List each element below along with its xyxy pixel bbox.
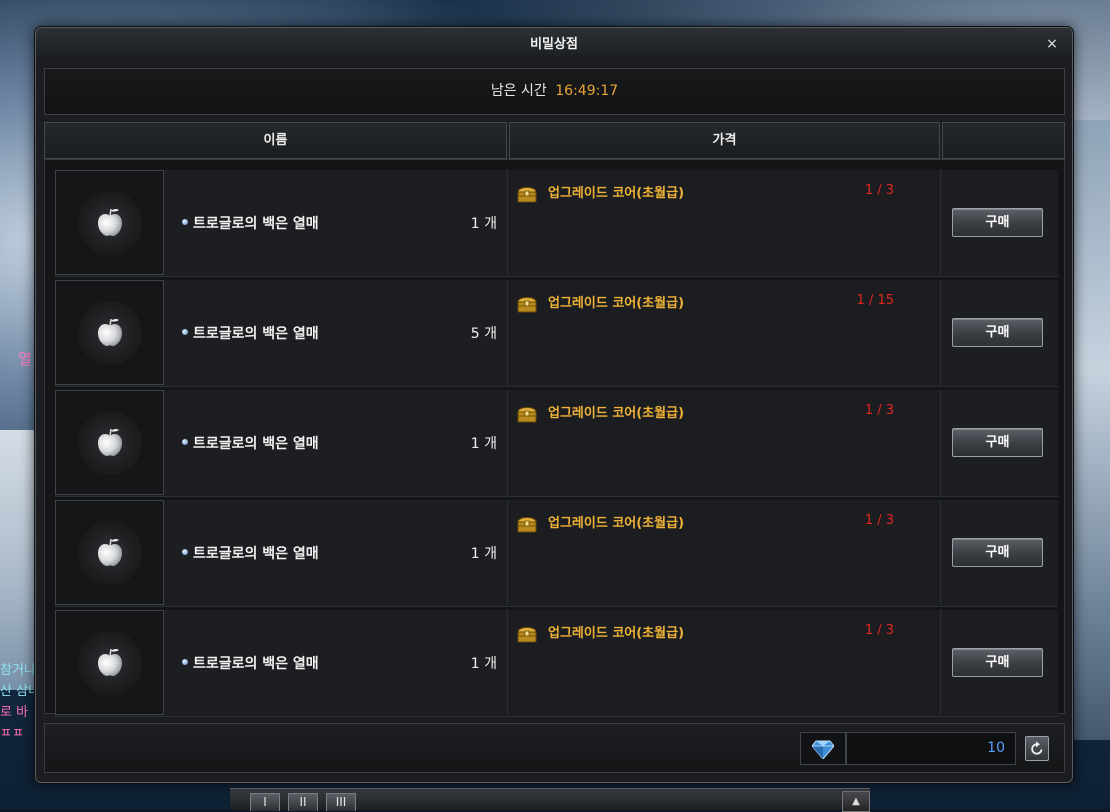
silver-apple-icon: [97, 648, 122, 676]
item-price-cell: 업그레이드 코어(초월급) 1 / 15: [508, 280, 941, 385]
item-price-cell: 업그레이드 코어(초월급) 1 / 3: [508, 390, 941, 495]
currency-name: 업그레이드 코어(초월급): [548, 296, 685, 311]
silver-apple-icon: [97, 538, 122, 566]
item-name-cell: 트로글로의 백은 열매 1 개: [168, 170, 508, 275]
item-icon-slot[interactable]: [55, 170, 164, 275]
background-snow-right: [1070, 120, 1110, 740]
bullet-icon: [182, 659, 188, 665]
bullet-icon: [182, 219, 188, 225]
hotbar-tab-1[interactable]: I: [250, 793, 280, 811]
item-quantity: 1 개: [470, 546, 497, 562]
silver-apple-icon: [97, 428, 122, 456]
chat-line: 참거나: [0, 663, 36, 678]
background-snow-left: [0, 430, 40, 690]
column-header-action: [942, 122, 1065, 159]
item-rows: 트로글로의 백은 열매 1 개 업그레이드 코어(초월급) 1 / 3 구매 트…: [55, 170, 1058, 720]
shop-item-row: 트로글로의 백은 열매 5 개 업그레이드 코어(초월급) 1 / 15 구매: [55, 280, 1058, 387]
column-header-price: 가격: [509, 122, 940, 159]
buy-button[interactable]: 구매: [952, 648, 1043, 677]
purchase-limit: 1 / 3: [864, 513, 894, 528]
shop-item-row: 트로글로의 백은 열매 1 개 업그레이드 코어(초월급) 1 / 3 구매: [55, 500, 1058, 607]
secret-shop-window: 비밀상점 × 남은 시간 16:49:17 이름 가격 트로글로의 백은 열매 …: [35, 27, 1073, 783]
item-quantity: 5 개: [470, 326, 497, 342]
refresh-button[interactable]: [1025, 736, 1049, 761]
purchase-limit: 1 / 15: [856, 293, 894, 308]
item-quantity: 1 개: [470, 656, 497, 672]
bullet-icon: [182, 439, 188, 445]
refresh-icon: [1031, 741, 1043, 755]
treasure-chest-icon: [517, 187, 537, 203]
buy-button[interactable]: 구매: [952, 428, 1043, 457]
purchase-limit: 1 / 3: [864, 183, 894, 198]
currency-name: 업그레이드 코어(초월급): [548, 406, 685, 421]
item-price-cell: 업그레이드 코어(초월급) 1 / 3: [508, 170, 941, 275]
buy-button[interactable]: 구매: [952, 208, 1043, 237]
item-price-cell: 업그레이드 코어(초월급) 1 / 3: [508, 500, 941, 605]
item-name: 트로글로의 백은 열매: [193, 326, 319, 342]
close-button[interactable]: ×: [1044, 36, 1060, 52]
shop-item-row: 트로글로의 백은 열매 1 개 업그레이드 코어(초월급) 1 / 3 구매: [55, 610, 1058, 717]
purchase-limit: 1 / 3: [864, 403, 894, 418]
item-name: 트로글로의 백은 열매: [193, 216, 319, 232]
column-header-name: 이름: [44, 122, 507, 159]
item-action-cell: 구매: [941, 500, 1058, 605]
item-name: 트로글로의 백은 열매: [193, 436, 319, 452]
item-price-cell: 업그레이드 코어(초월급) 1 / 3: [508, 610, 941, 715]
item-icon-slot[interactable]: [55, 390, 164, 495]
purchase-limit: 1 / 3: [864, 623, 894, 638]
buy-button[interactable]: 구매: [952, 318, 1043, 347]
item-name-cell: 트로글로의 백은 열매 1 개: [168, 500, 508, 605]
silver-apple-icon: [97, 318, 122, 346]
item-action-cell: 구매: [941, 170, 1058, 275]
item-icon-slot[interactable]: [55, 500, 164, 605]
treasure-chest-icon: [517, 407, 537, 423]
treasure-chest-icon: [517, 297, 537, 313]
remaining-time-value: 16:49:17: [555, 83, 619, 99]
hotbar: I II III ▲: [230, 788, 870, 812]
treasure-chest-icon: [517, 627, 537, 643]
item-name: 트로글로의 백은 열매: [193, 546, 319, 562]
item-icon-slot[interactable]: [55, 280, 164, 385]
hotbar-tab-3[interactable]: III: [326, 793, 356, 811]
item-name-cell: 트로글로의 백은 열매 1 개: [168, 390, 508, 495]
item-quantity: 1 개: [470, 216, 497, 232]
silver-apple-icon: [97, 208, 122, 236]
remaining-time-label: 남은 시간: [490, 83, 547, 99]
item-action-cell: 구매: [941, 610, 1058, 715]
bullet-icon: [182, 329, 188, 335]
background-chat: 참거나 산 삼니 로 바 ㅍㅍ: [0, 660, 40, 744]
shop-item-row: 트로글로의 백은 열매 1 개 업그레이드 코어(초월급) 1 / 3 구매: [55, 390, 1058, 497]
currency-name: 업그레이드 코어(초월급): [548, 516, 685, 531]
chat-line: 로 바: [0, 705, 29, 720]
treasure-chest-icon: [517, 517, 537, 533]
item-name-cell: 트로글로의 백은 열매 1 개: [168, 610, 508, 715]
buy-button[interactable]: 구매: [952, 538, 1043, 567]
item-icon-slot[interactable]: [55, 610, 164, 715]
shop-item-row: 트로글로의 백은 열매 1 개 업그레이드 코어(초월급) 1 / 3 구매: [55, 170, 1058, 277]
currency-name: 업그레이드 코어(초월급): [548, 626, 685, 641]
chat-line: ㅍㅍ: [0, 726, 24, 741]
item-action-cell: 구매: [941, 390, 1058, 495]
currency-slot: [800, 732, 846, 765]
item-list: 트로글로의 백은 열매 1 개 업그레이드 코어(초월급) 1 / 3 구매 트…: [44, 159, 1065, 717]
currency-name: 업그레이드 코어(초월급): [548, 186, 685, 201]
currency-amount: 10: [846, 732, 1016, 765]
item-name-cell: 트로글로의 백은 열매 5 개: [168, 280, 508, 385]
hotbar-tab-2[interactable]: II: [288, 793, 318, 811]
bullet-icon: [182, 549, 188, 555]
window-titlebar[interactable]: 비밀상점: [36, 28, 1072, 61]
item-quantity: 1 개: [470, 436, 497, 452]
remaining-time-bar: 남은 시간 16:49:17: [44, 68, 1065, 115]
window-title: 비밀상점: [530, 37, 578, 52]
chat-line: 산 삼니: [0, 684, 41, 699]
item-action-cell: 구매: [941, 280, 1058, 385]
shop-footer: 10: [44, 723, 1065, 773]
item-name: 트로글로의 백은 열매: [193, 656, 319, 672]
blue-gem-icon: [812, 740, 834, 759]
background-note: 열: [18, 350, 32, 368]
